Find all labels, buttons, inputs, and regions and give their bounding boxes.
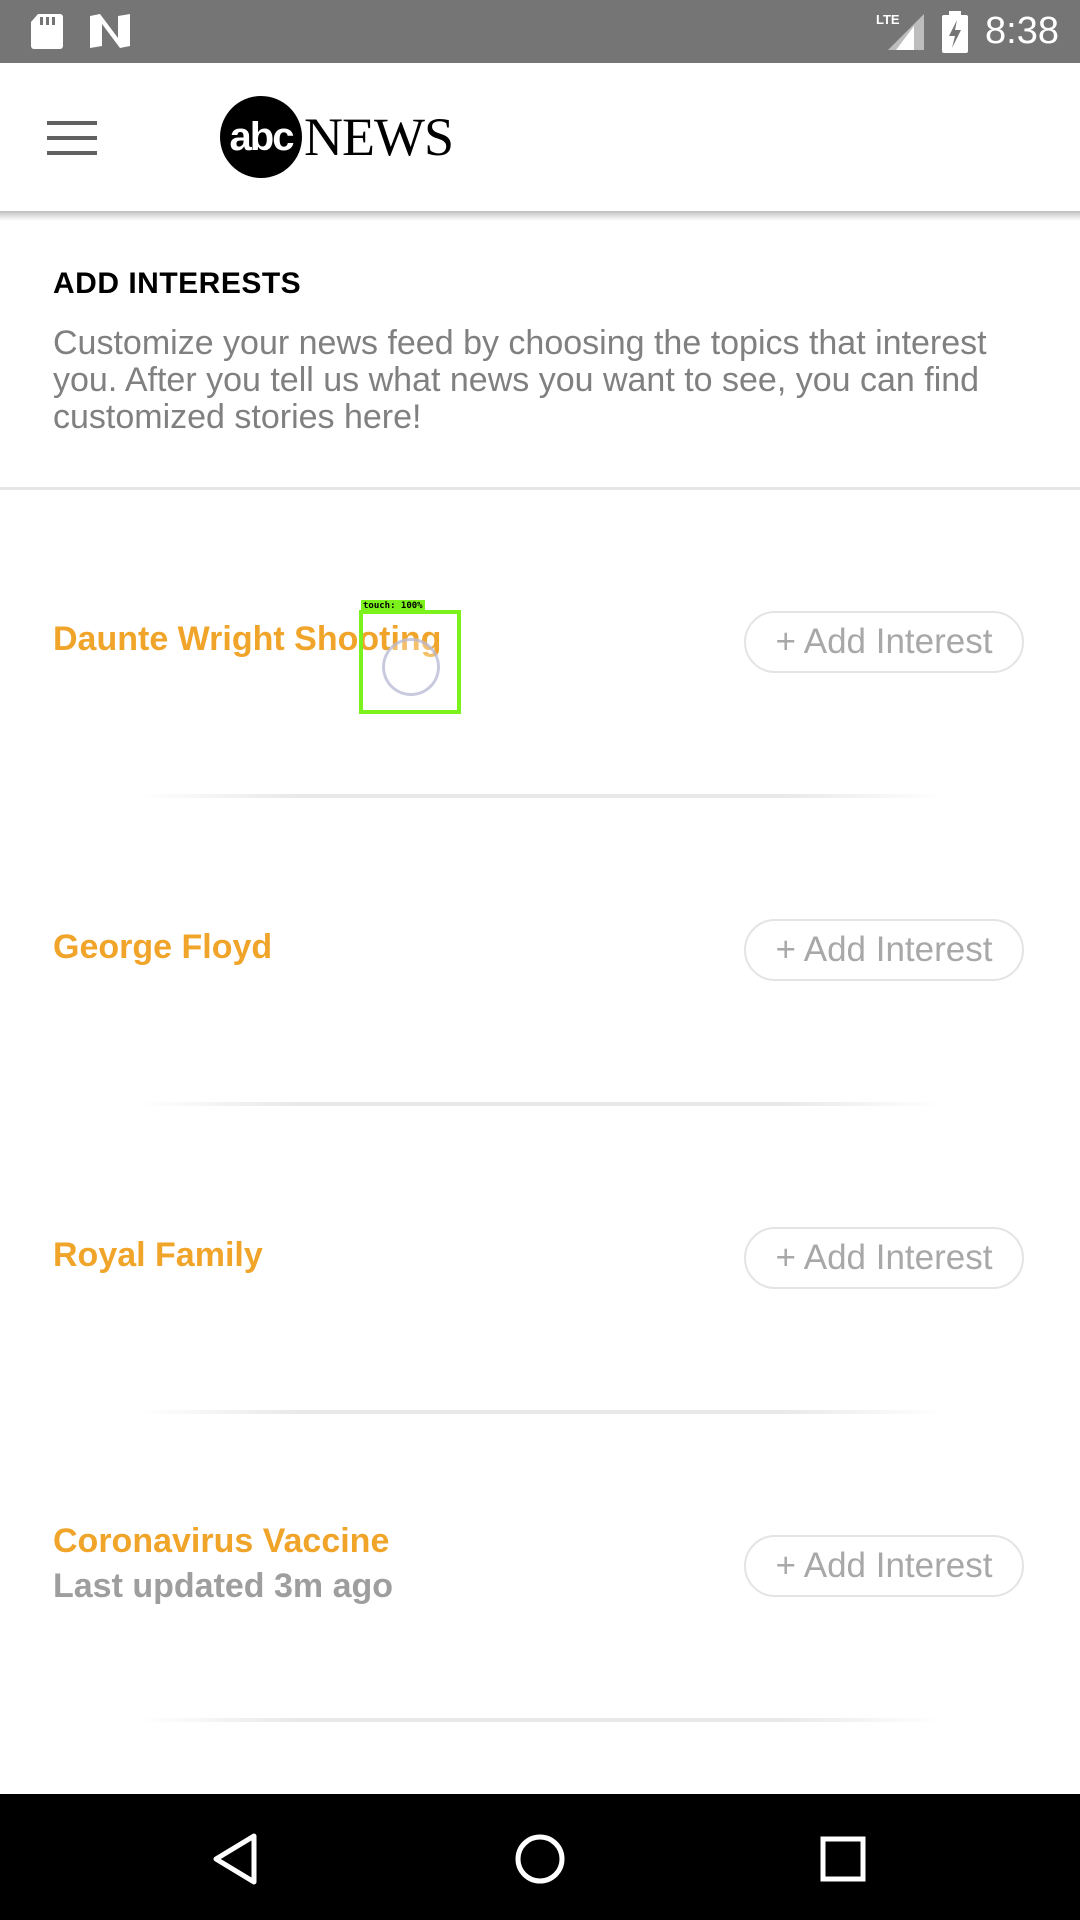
interest-name[interactable]: Coronavirus Vaccine: [53, 1522, 389, 1561]
interest-name[interactable]: Royal Family: [53, 1236, 263, 1275]
interest-name[interactable]: George Floyd: [53, 928, 272, 967]
app-bar: abc NEWS: [0, 63, 1080, 211]
touch-ripple: [382, 638, 440, 696]
lte-signal-icon: LTE: [876, 12, 924, 50]
back-icon: [213, 1833, 257, 1885]
recents-button[interactable]: [808, 1824, 878, 1894]
interest-row[interactable]: Royal Family + Add Interest: [0, 1106, 1080, 1414]
app-bar-shadow: [0, 211, 1080, 221]
home-icon: [515, 1834, 565, 1884]
add-interest-button[interactable]: + Add Interest: [744, 1535, 1024, 1597]
add-interest-button[interactable]: + Add Interest: [744, 1227, 1024, 1289]
interest-last-updated: Last updated 3m ago: [53, 1567, 394, 1605]
page-title: ADD INTERESTS: [53, 267, 302, 300]
intro-section: ADD INTERESTS Customize your news feed b…: [0, 221, 1080, 490]
logo-mark: abc: [220, 96, 302, 178]
status-clock: 8:38: [985, 10, 1059, 52]
interest-row[interactable]: George Floyd + Add Interest: [0, 798, 1080, 1106]
row-divider: [140, 1718, 940, 1722]
status-bar: LTE 8:38: [0, 0, 1080, 63]
screen: LTE 8:38 abc NEWS ADD INTERESTS Customiz…: [0, 0, 1080, 1920]
intro-description: Customize your news feed by choosing the…: [53, 324, 987, 436]
home-button[interactable]: [505, 1824, 575, 1894]
navigation-bar: [0, 1794, 1080, 1920]
sd-card-icon: [31, 14, 63, 49]
abc-news-logo[interactable]: abc NEWS: [220, 95, 454, 179]
hamburger-menu-icon: [47, 121, 97, 155]
add-interest-button[interactable]: + Add Interest: [744, 919, 1024, 981]
recents-icon: [820, 1836, 866, 1882]
lte-label: LTE: [876, 12, 900, 27]
interest-row[interactable]: Daunte Wright Shooting + Add Interest: [0, 490, 1080, 798]
logo-word: NEWS: [304, 107, 454, 167]
n-notification-icon: [90, 14, 130, 48]
add-interest-button[interactable]: + Add Interest: [744, 611, 1024, 673]
back-button[interactable]: [200, 1824, 270, 1894]
interest-row[interactable]: Coronavirus Vaccine Last updated 3m ago …: [0, 1414, 1080, 1722]
menu-button[interactable]: [38, 103, 108, 173]
battery-charging-icon: [942, 11, 968, 53]
